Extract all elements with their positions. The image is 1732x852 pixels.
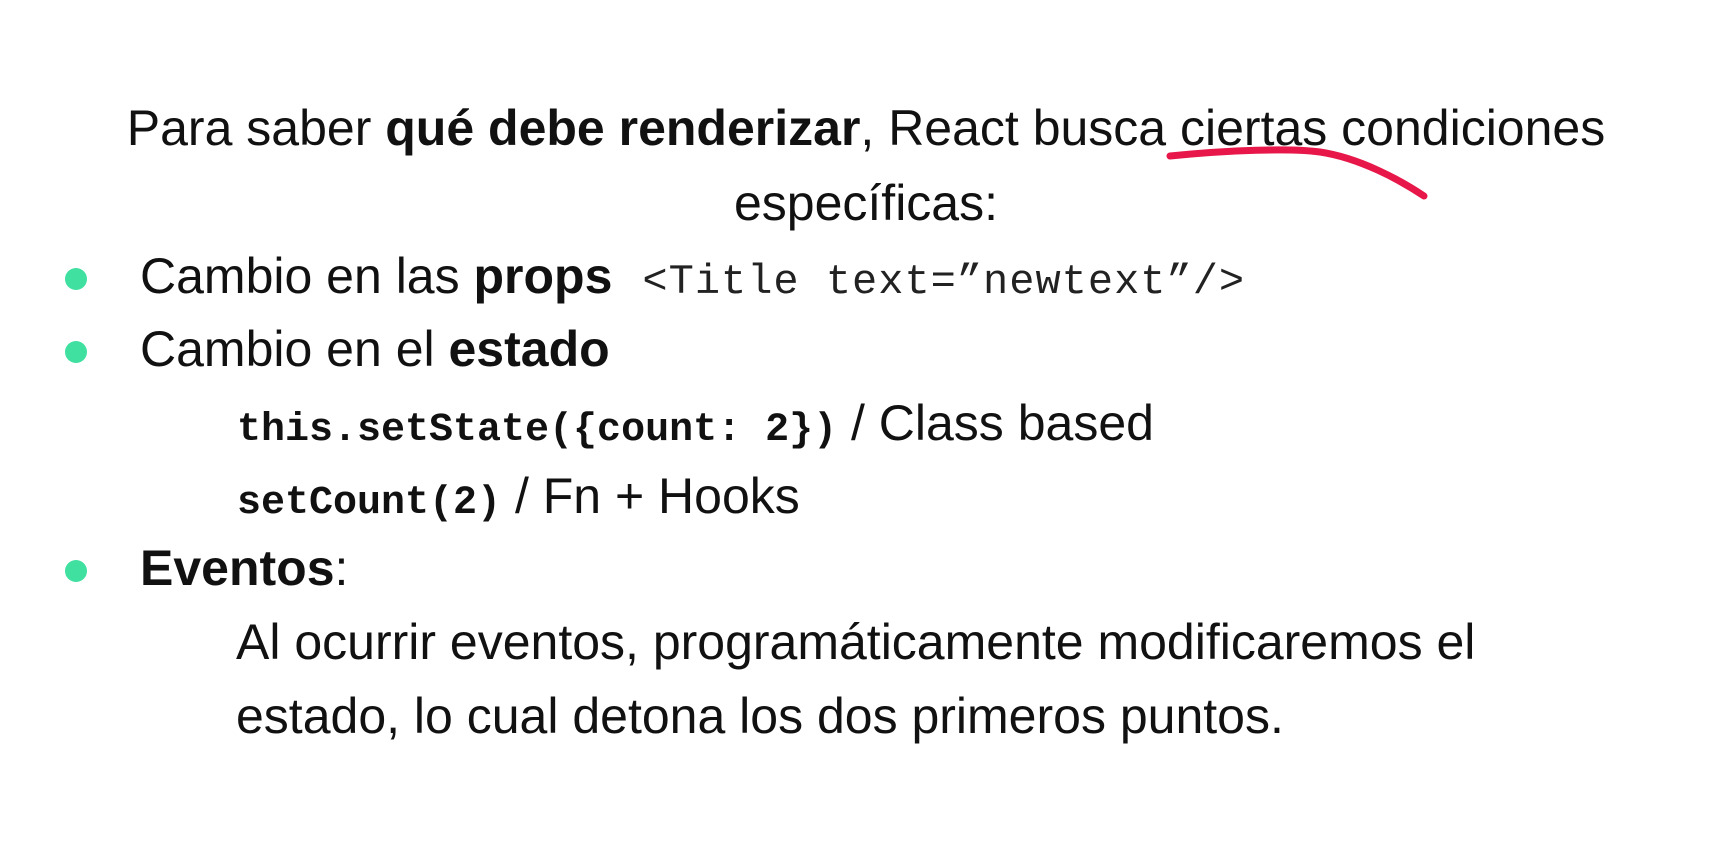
bullet-dot-icon [65,341,87,363]
class-code-example: this.setState({count: 2}) [237,408,838,453]
bullet-estado: Cambio en el estado [140,319,610,379]
bullet-dot-icon [65,268,87,290]
hooks-label: / Fn + Hooks [501,468,800,524]
bullet-eventos-text: : [334,540,349,596]
bullet-estado-text: Cambio en el [140,321,449,377]
class-label: / Class based [837,395,1154,451]
eventos-description-line-1: Al ocurrir eventos, programáticamente mo… [236,614,1476,670]
bullet-eventos-bold: Eventos [140,540,335,596]
bullet-eventos: Eventos: [140,538,348,598]
estado-example-class: this.setState({count: 2}) / Class based [237,393,1154,461]
eventos-description-line-2: estado, lo cual detona los dos primeros … [236,688,1284,744]
bullet-props-bold: props [473,248,613,304]
bullet-props-text: Cambio en las [140,248,474,304]
bullet-props: Cambio en las props <Title text=”newtext”… [140,246,1245,312]
slide: Para saber qué debe renderizar, React bu… [0,0,1732,852]
bullet-estado-bold: estado [448,321,610,377]
estado-example-hooks: setCount(2) / Fn + Hooks [237,466,800,534]
bullet-dot-icon [65,560,87,582]
hooks-code-example: setCount(2) [237,481,502,526]
props-code-example: <Title text=”newtext”/> [642,258,1246,306]
